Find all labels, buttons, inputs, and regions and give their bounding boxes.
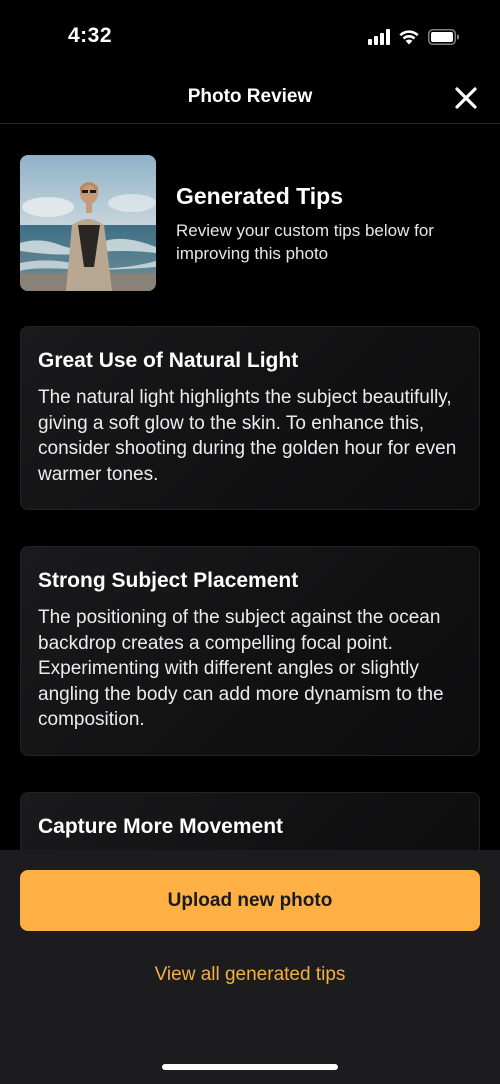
status-bar: 4:32 <box>0 0 500 76</box>
battery-icon <box>428 28 460 45</box>
tip-title: Capture More Movement <box>38 815 284 838</box>
tip-title: Great Use of Natural Light <box>38 349 299 372</box>
wifi-icon <box>398 28 420 45</box>
tip-body: The positioning of the subject against t… <box>38 607 444 730</box>
navigation-bar: Photo Review <box>0 76 500 124</box>
home-indicator <box>162 1064 338 1070</box>
page-title: Photo Review <box>187 86 313 107</box>
status-icons <box>368 28 460 45</box>
close-button[interactable] <box>452 84 480 112</box>
close-icon <box>455 87 477 109</box>
tip-card: Great Use of Natural Light The natural l… <box>20 326 480 510</box>
photo-thumbnail <box>20 155 156 291</box>
status-time: 4:32 <box>68 24 113 47</box>
cellular-signal-icon <box>368 28 390 45</box>
bottom-action-panel: Upload new photo View all generated tips <box>0 850 500 1084</box>
upload-new-photo-button[interactable]: Upload new photo <box>20 870 480 931</box>
tip-body: The natural light highlights the subject… <box>38 387 457 485</box>
tips-subheading: Review your custom tips below for improv… <box>176 221 434 263</box>
tip-title: Strong Subject Placement <box>38 569 299 592</box>
view-all-tips-link[interactable]: View all generated tips <box>0 964 500 986</box>
tips-header: Generated Tips Review your custom tips b… <box>20 155 480 291</box>
tips-heading: Generated Tips <box>176 183 344 209</box>
tip-card: Strong Subject Placement The positioning… <box>20 546 480 756</box>
